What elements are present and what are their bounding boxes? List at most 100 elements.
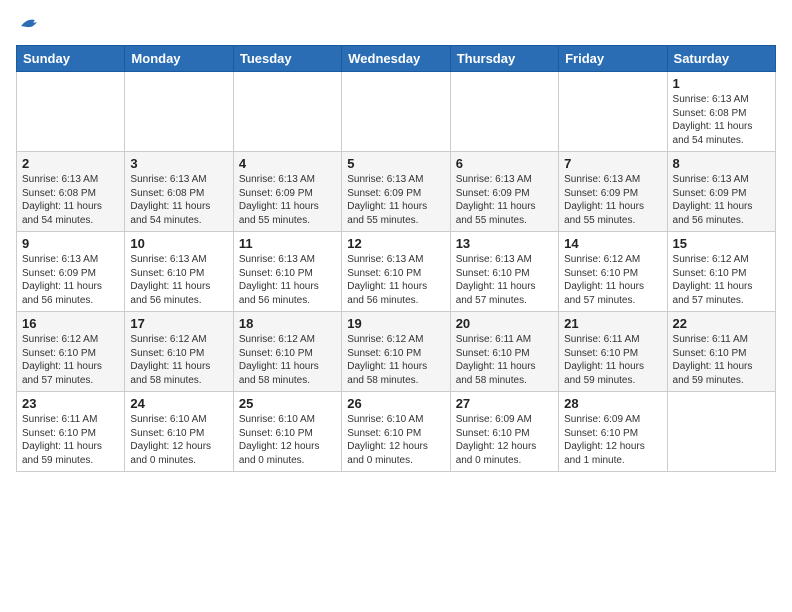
day-info: Sunrise: 6:12 AM Sunset: 6:10 PM Dayligh… [130, 333, 227, 387]
calendar-day-cell: 7 Sunrise: 6:13 AM Sunset: 6:09 PM Daylig… [559, 152, 667, 232]
logo-bird-icon [19, 16, 41, 37]
day-number: 14 [564, 236, 661, 251]
day-info: Sunrise: 6:12 AM Sunset: 6:10 PM Dayligh… [239, 333, 336, 387]
calendar-day-cell: 21 Sunrise: 6:11 AM Sunset: 6:10 PM Dayli… [559, 312, 667, 392]
day-number: 12 [347, 236, 444, 251]
day-number: 25 [239, 396, 336, 411]
calendar-day-cell: 11 Sunrise: 6:13 AM Sunset: 6:10 PM Dayli… [233, 232, 341, 312]
day-number: 9 [22, 236, 119, 251]
calendar-day-cell: 25Sunrise: 6:10 AM Sunset: 6:10 PM Dayli… [233, 392, 341, 472]
calendar-day-cell: 6Sunrise: 6:13 AM Sunset: 6:09 PM Daylig… [450, 152, 558, 232]
day-number: 5 [347, 156, 444, 171]
day-info: Sunrise: 6:12 AM Sunset: 6:10 PM Dayligh… [564, 253, 661, 307]
calendar-day-header: Wednesday [342, 46, 450, 72]
day-number: 26 [347, 396, 444, 411]
calendar-day-cell [667, 392, 775, 472]
calendar-day-header: Monday [125, 46, 233, 72]
calendar-day-header: Saturday [667, 46, 775, 72]
calendar-day-header: Friday [559, 46, 667, 72]
day-info: Sunrise: 6:13 AM Sunset: 6:09 PM Dayligh… [239, 173, 336, 227]
day-info: Sunrise: 6:13 AM Sunset: 6:10 PM Dayligh… [239, 253, 336, 307]
calendar-header-row: SundayMondayTuesdayWednesdayThursdayFrid… [17, 46, 776, 72]
calendar-day-cell: 20 Sunrise: 6:11 AM Sunset: 6:10 PM Dayli… [450, 312, 558, 392]
day-number: 24 [130, 396, 227, 411]
calendar-week-row: 16Sunrise: 6:12 AM Sunset: 6:10 PM Dayli… [17, 312, 776, 392]
day-info: Sunrise: 6:13 AM Sunset: 6:09 PM Dayligh… [456, 173, 553, 227]
day-number: 4 [239, 156, 336, 171]
day-number: 21 [564, 316, 661, 331]
calendar-day-cell: 19 Sunrise: 6:12 AM Sunset: 6:10 PM Dayli… [342, 312, 450, 392]
calendar-day-cell: 2 Sunrise: 6:13 AM Sunset: 6:08 PM Daylig… [17, 152, 125, 232]
day-number: 22 [673, 316, 770, 331]
day-info: Sunrise: 6:09 AM Sunset: 6:10 PM Dayligh… [456, 413, 553, 467]
day-number: 19 [347, 316, 444, 331]
day-info: Sunrise: 6:13 AM Sunset: 6:10 PM Dayligh… [130, 253, 227, 307]
day-number: 20 [456, 316, 553, 331]
day-number: 1 [673, 76, 770, 91]
calendar-day-cell: 23 Sunrise: 6:11 AM Sunset: 6:10 PM Dayli… [17, 392, 125, 472]
day-number: 13 [456, 236, 553, 251]
day-info: Sunrise: 6:13 AM Sunset: 6:08 PM Dayligh… [22, 173, 119, 227]
day-number: 18 [239, 316, 336, 331]
day-info: Sunrise: 6:12 AM Sunset: 6:10 PM Dayligh… [673, 253, 770, 307]
day-info: Sunrise: 6:11 AM Sunset: 6:10 PM Dayligh… [22, 413, 119, 467]
calendar-day-header: Sunday [17, 46, 125, 72]
calendar-day-cell: 26 Sunrise: 6:10 AM Sunset: 6:10 PM Dayli… [342, 392, 450, 472]
day-info: Sunrise: 6:10 AM Sunset: 6:10 PM Dayligh… [130, 413, 227, 467]
day-number: 23 [22, 396, 119, 411]
calendar-table: SundayMondayTuesdayWednesdayThursdayFrid… [16, 45, 776, 472]
calendar-day-header: Thursday [450, 46, 558, 72]
day-number: 8 [673, 156, 770, 171]
day-info: Sunrise: 6:13 AM Sunset: 6:09 PM Dayligh… [564, 173, 661, 227]
calendar-week-row: 2 Sunrise: 6:13 AM Sunset: 6:08 PM Daylig… [17, 152, 776, 232]
day-number: 3 [130, 156, 227, 171]
calendar-week-row: 1 Sunrise: 6:13 AM Sunset: 6:08 PM Daylig… [17, 72, 776, 152]
day-info: Sunrise: 6:11 AM Sunset: 6:10 PM Dayligh… [673, 333, 770, 387]
calendar-day-cell [559, 72, 667, 152]
calendar-day-cell: 1 Sunrise: 6:13 AM Sunset: 6:08 PM Daylig… [667, 72, 775, 152]
calendar-day-header: Tuesday [233, 46, 341, 72]
calendar-day-cell: 5 Sunrise: 6:13 AM Sunset: 6:09 PM Daylig… [342, 152, 450, 232]
calendar-day-cell: 4 Sunrise: 6:13 AM Sunset: 6:09 PM Daylig… [233, 152, 341, 232]
day-info: Sunrise: 6:11 AM Sunset: 6:10 PM Dayligh… [456, 333, 553, 387]
day-number: 28 [564, 396, 661, 411]
calendar-day-cell [342, 72, 450, 152]
calendar-week-row: 23 Sunrise: 6:11 AM Sunset: 6:10 PM Dayli… [17, 392, 776, 472]
day-number: 15 [673, 236, 770, 251]
page-header [16, 16, 776, 37]
calendar-day-cell: 22 Sunrise: 6:11 AM Sunset: 6:10 PM Dayli… [667, 312, 775, 392]
day-info: Sunrise: 6:09 AM Sunset: 6:10 PM Dayligh… [564, 413, 661, 467]
day-info: Sunrise: 6:13 AM Sunset: 6:08 PM Dayligh… [130, 173, 227, 227]
calendar-day-cell: 28 Sunrise: 6:09 AM Sunset: 6:10 PM Dayli… [559, 392, 667, 472]
day-number: 2 [22, 156, 119, 171]
calendar-day-cell: 15 Sunrise: 6:12 AM Sunset: 6:10 PM Dayli… [667, 232, 775, 312]
calendar-day-cell: 17 Sunrise: 6:12 AM Sunset: 6:10 PM Dayli… [125, 312, 233, 392]
day-info: Sunrise: 6:13 AM Sunset: 6:10 PM Dayligh… [456, 253, 553, 307]
calendar-day-cell [450, 72, 558, 152]
day-number: 10 [130, 236, 227, 251]
day-info: Sunrise: 6:12 AM Sunset: 6:10 PM Dayligh… [347, 333, 444, 387]
calendar-day-cell: 3 Sunrise: 6:13 AM Sunset: 6:08 PM Daylig… [125, 152, 233, 232]
calendar-day-cell: 9 Sunrise: 6:13 AM Sunset: 6:09 PM Daylig… [17, 232, 125, 312]
day-info: Sunrise: 6:13 AM Sunset: 6:09 PM Dayligh… [673, 173, 770, 227]
calendar-day-cell: 18 Sunrise: 6:12 AM Sunset: 6:10 PM Dayli… [233, 312, 341, 392]
day-info: Sunrise: 6:10 AM Sunset: 6:10 PM Dayligh… [347, 413, 444, 467]
calendar-day-cell: 27 Sunrise: 6:09 AM Sunset: 6:10 PM Dayli… [450, 392, 558, 472]
calendar-day-cell: 10 Sunrise: 6:13 AM Sunset: 6:10 PM Dayli… [125, 232, 233, 312]
calendar-day-cell: 8 Sunrise: 6:13 AM Sunset: 6:09 PM Daylig… [667, 152, 775, 232]
calendar-day-cell: 14 Sunrise: 6:12 AM Sunset: 6:10 PM Dayli… [559, 232, 667, 312]
day-number: 27 [456, 396, 553, 411]
day-number: 7 [564, 156, 661, 171]
day-info: Sunrise: 6:13 AM Sunset: 6:09 PM Dayligh… [22, 253, 119, 307]
day-info: Sunrise: 6:11 AM Sunset: 6:10 PM Dayligh… [564, 333, 661, 387]
day-info: Sunrise: 6:13 AM Sunset: 6:08 PM Dayligh… [673, 93, 770, 147]
calendar-day-cell: 13 Sunrise: 6:13 AM Sunset: 6:10 PM Dayli… [450, 232, 558, 312]
calendar-day-cell [233, 72, 341, 152]
day-number: 11 [239, 236, 336, 251]
day-info: Sunrise: 6:13 AM Sunset: 6:10 PM Dayligh… [347, 253, 444, 307]
calendar-day-cell: 16Sunrise: 6:12 AM Sunset: 6:10 PM Dayli… [17, 312, 125, 392]
day-info: Sunrise: 6:12 AM Sunset: 6:10 PM Dayligh… [22, 333, 119, 387]
calendar-day-cell [125, 72, 233, 152]
day-number: 17 [130, 316, 227, 331]
day-info: Sunrise: 6:13 AM Sunset: 6:09 PM Dayligh… [347, 173, 444, 227]
